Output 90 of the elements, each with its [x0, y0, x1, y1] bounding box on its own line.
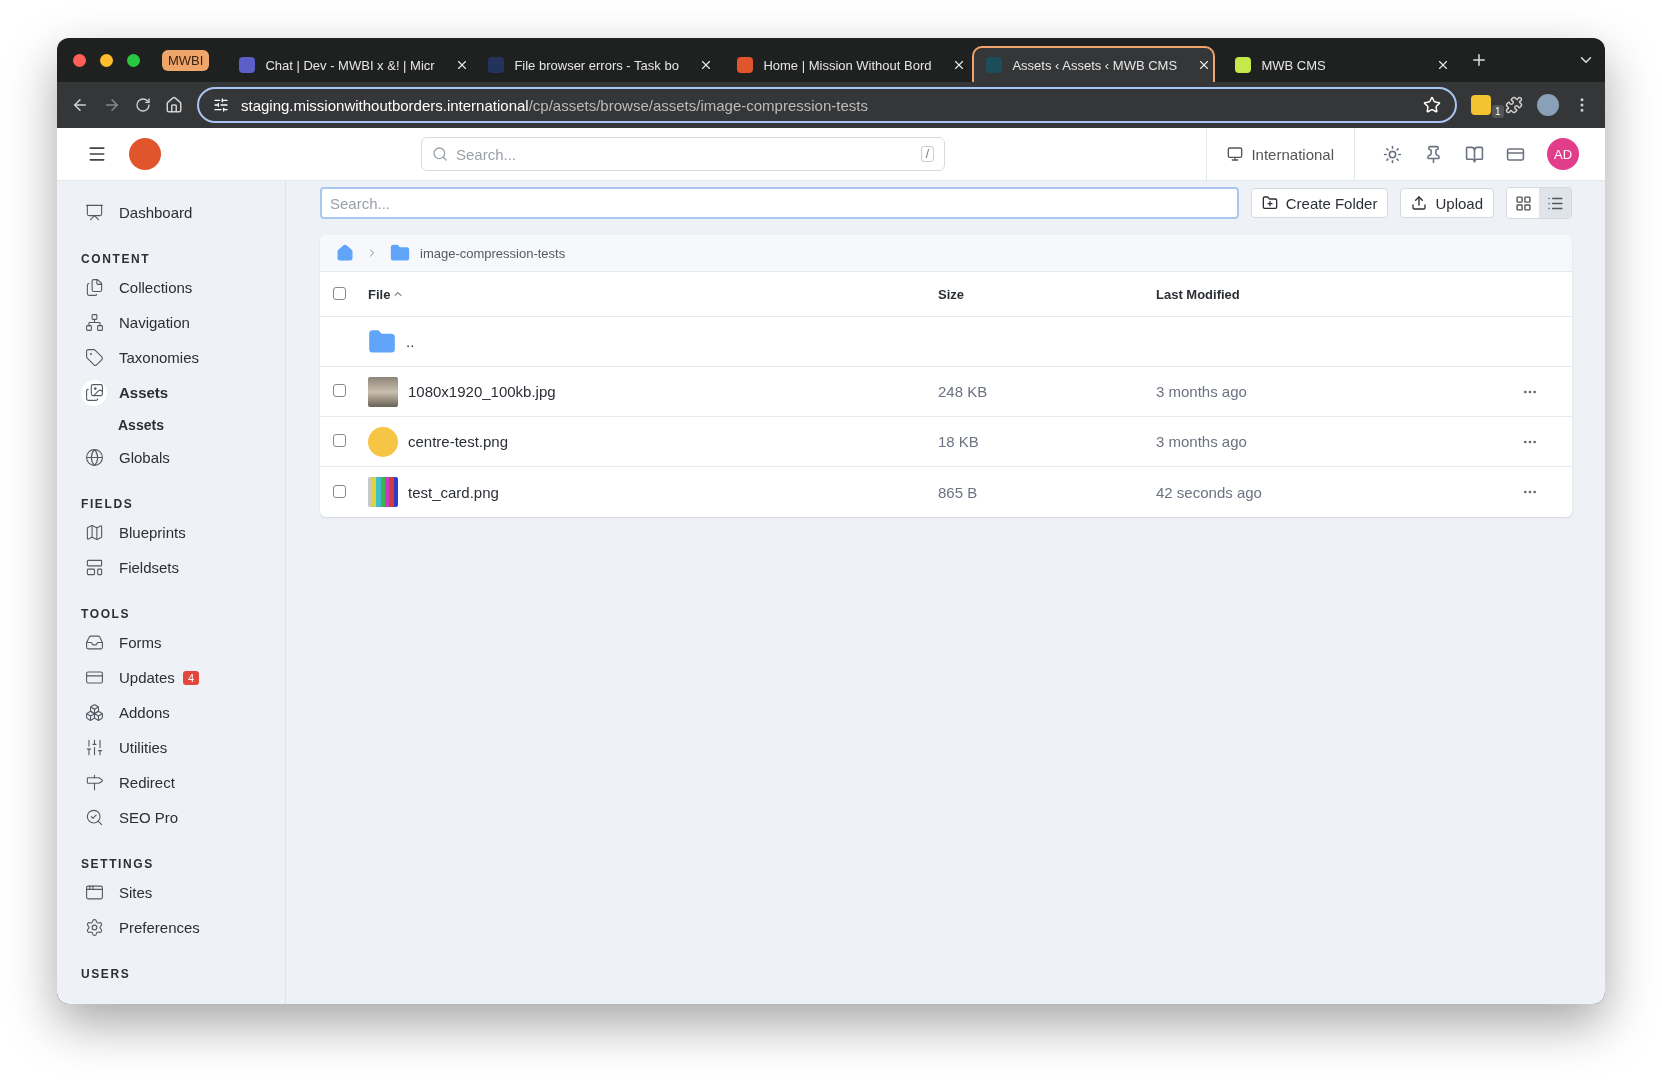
sidebar-item[interactable]: Dashboard: [81, 195, 285, 230]
folder-icon: [368, 327, 396, 356]
favicon-icon: [488, 57, 505, 73]
row-checkbox[interactable]: [333, 384, 346, 397]
nav-icon: [81, 379, 107, 406]
file-size: 18 KB: [938, 433, 980, 450]
breadcrumb-link[interactable]: image-compression-tests: [420, 245, 566, 261]
count-badge: 4: [182, 670, 199, 685]
search-icon: [432, 146, 448, 162]
sidebar-item[interactable]: Preferences: [81, 910, 285, 945]
section-heading: TOOLS: [81, 607, 132, 621]
section-heading: USERS: [81, 967, 132, 981]
sidebar-item[interactable]: Taxonomies: [81, 340, 285, 375]
favicon-icon: [1235, 57, 1252, 73]
sidebar-subitem[interactable]: Assets: [81, 410, 285, 440]
grid-icon: [1514, 194, 1532, 212]
sidebar-item[interactable]: Collections: [81, 270, 285, 305]
sidebar-item[interactable]: Globals: [81, 440, 285, 475]
section-heading: CONTENT: [81, 252, 152, 266]
browser-tab[interactable]: Chat | Dev - MWBI x &! | Micr: [225, 46, 469, 82]
global-search-field[interactable]: Search... /: [421, 137, 945, 171]
row-checkbox[interactable]: [333, 484, 346, 498]
search-placeholder: Search...: [456, 145, 517, 163]
theme-icon[interactable]: [1383, 144, 1402, 164]
logo-icon: [129, 138, 161, 170]
search-field[interactable]: Search...: [320, 187, 1239, 219]
address-bar[interactable]: staging.missionwithoutborders.international/cp/assets/browse/assets/image-compression-tests: [197, 87, 1457, 123]
browser-tab[interactable]: Assets ‹ Assets ‹ MWB CMS: [972, 46, 1216, 82]
create-folder-button[interactable]: Create Folder: [1250, 188, 1389, 218]
sidebar-item[interactable]: Forms: [81, 625, 285, 660]
select-all-checkbox[interactable]: [333, 286, 346, 300]
browser-tab[interactable]: MWB CMS: [1221, 46, 1465, 82]
sidebar-item[interactable]: Utilities: [81, 730, 285, 765]
parent-folder-link[interactable]: ..: [406, 333, 415, 350]
folder-icon: [390, 243, 410, 263]
minimize-window-button[interactable]: [100, 53, 113, 67]
shortcut-key: /: [920, 146, 934, 162]
close-window-button[interactable]: [73, 53, 86, 67]
column-header[interactable]: Size: [938, 286, 1156, 302]
sidebar-item[interactable]: Sites: [81, 875, 285, 910]
folder-plus-icon: [1261, 195, 1278, 211]
sidebar-item[interactable]: Redirect: [81, 765, 285, 800]
user-avatar[interactable]: AD: [1547, 138, 1579, 170]
profile-avatar[interactable]: [1537, 94, 1559, 116]
modified-time: 42 seconds ago: [1156, 483, 1263, 501]
home-icon[interactable]: [165, 96, 183, 114]
favicon-icon: [986, 57, 1003, 73]
file-size: 248 KB: [938, 383, 989, 400]
column-header[interactable]: Last Modified: [1156, 286, 1522, 302]
upload-button[interactable]: Upload: [1400, 188, 1494, 218]
site-selector[interactable]: International: [1206, 127, 1355, 181]
favicon-icon: [239, 57, 256, 73]
tab-group-label[interactable]: MWBI: [162, 49, 210, 71]
column-header[interactable]: File: [368, 286, 938, 302]
file-name[interactable]: test_card.png: [408, 483, 499, 501]
sidebar-item[interactable]: Navigation: [81, 305, 285, 340]
section-heading: FIELDS: [81, 497, 135, 511]
url-text: staging.missionwithoutborders.international/cp/assets/browse/assets/image-compression-tests: [241, 96, 868, 114]
window-icon: [1227, 146, 1244, 162]
maximize-window-button[interactable]: [127, 53, 140, 67]
file-size: 865 B: [938, 483, 979, 501]
modified-time: 3 months ago: [1156, 383, 1248, 400]
row-checkbox[interactable]: [333, 434, 346, 447]
browser-tab[interactable]: Home | Mission Without Bord: [723, 46, 967, 82]
list-view-button[interactable]: [1539, 188, 1571, 218]
file-name[interactable]: 1080x1920_100kb.jpg: [408, 383, 556, 400]
reload-icon[interactable]: [135, 97, 151, 113]
menu-icon[interactable]: [87, 144, 107, 164]
sidebar-item[interactable]: SEO Pro: [81, 800, 285, 835]
extension-badge: 1: [1492, 105, 1504, 118]
file-name[interactable]: centre-test.png: [408, 433, 509, 450]
back-icon[interactable]: [71, 96, 89, 114]
sidebar-item[interactable]: Addons: [81, 695, 285, 730]
sidebar-item[interactable]: Fieldsets: [81, 550, 285, 585]
extensions-icon[interactable]: [1505, 96, 1523, 114]
favicon-icon: [737, 57, 754, 73]
extension-icon[interactable]: [1471, 95, 1491, 115]
section-heading: SETTINGS: [81, 857, 155, 871]
sidebar-item[interactable]: Assets: [81, 375, 285, 410]
sidebar-item[interactable]: Updates 4: [81, 660, 285, 695]
upload-icon: [1411, 195, 1428, 211]
book-icon[interactable]: [1465, 144, 1484, 164]
forward-icon[interactable]: [103, 96, 121, 114]
sidebar-item[interactable]: Blueprints: [81, 515, 285, 550]
pin-icon[interactable]: [1424, 144, 1443, 164]
browser-tab[interactable]: File browser errors - Task bo: [474, 46, 718, 82]
grid-view-button[interactable]: [1507, 188, 1539, 218]
bookmark-star-icon[interactable]: [1423, 96, 1441, 114]
modified-time: 3 months ago: [1156, 433, 1248, 450]
site-settings-icon: [213, 97, 229, 113]
